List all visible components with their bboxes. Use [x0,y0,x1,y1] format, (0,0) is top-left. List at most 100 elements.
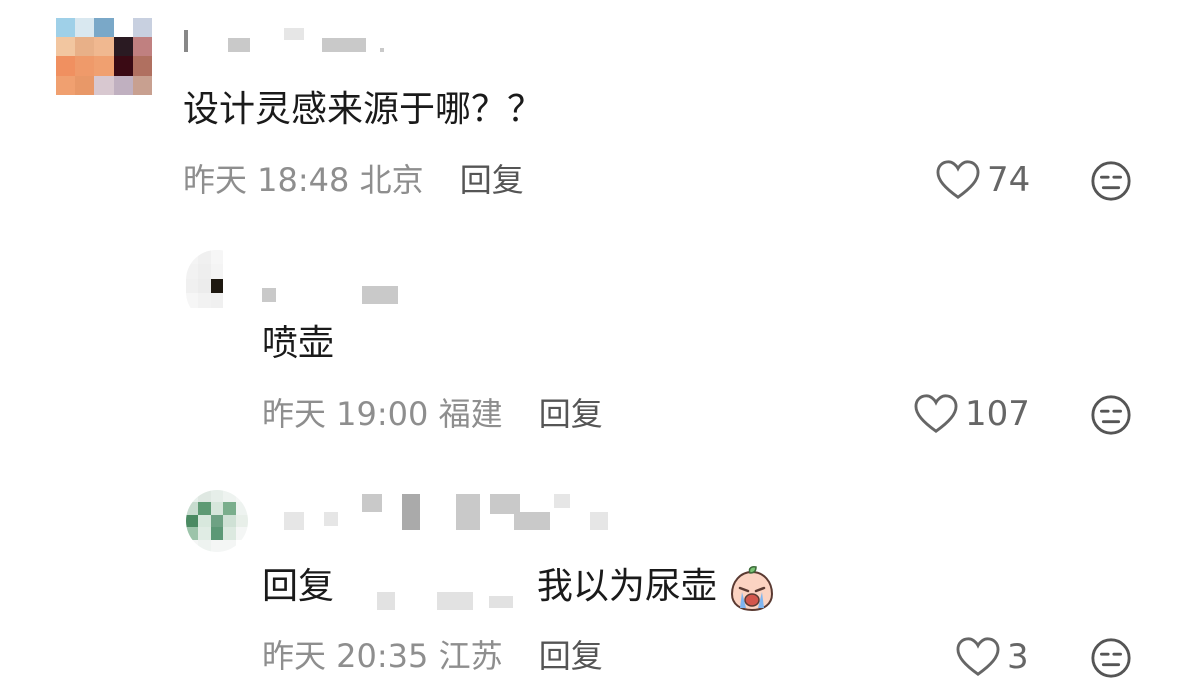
comment-text-row: 回复 我以为尿壶 [262,564,776,612]
avatar-pixel [223,307,236,322]
avatar-pixel [75,56,95,76]
avatar-pixel [235,539,248,552]
avatar-pixel [210,264,224,279]
avatar-pixel [186,502,199,515]
avatar-pixel [132,18,152,38]
avatar-pixel [186,539,199,552]
comment-text: 我以为尿壶 [536,566,717,607]
avatar-pixel [198,490,211,503]
avatar-pixel [223,514,236,528]
avatar-pixel [210,502,224,515]
avatar-pixel [186,514,199,528]
reply-target-masked[interactable] [345,568,525,610]
heart-icon [914,394,958,433]
avatar-pixel [75,18,95,38]
dislike-face-icon[interactable] [1090,637,1132,679]
avatar[interactable] [186,250,248,322]
avatar-pixel [210,539,224,552]
comment-time: 昨天 19:00 [262,395,429,433]
heart-icon [936,160,980,199]
comment-time: 昨天 18:48 [183,161,350,199]
avatar-pixel [210,278,224,294]
comment-text: 设计灵感来源于哪？？ [183,89,544,130]
avatar-pixel [113,75,133,95]
reply-button[interactable]: 回复 [539,395,603,433]
like-count: 107 [965,394,1030,434]
avatar-pixel [210,527,224,540]
avatar-pixel [186,527,199,540]
avatar-pixel [223,278,236,294]
comment-location: 福建 [438,395,503,433]
avatar-pixel [56,56,76,76]
avatar-pixel [186,264,199,279]
avatar-pixel [198,527,211,540]
avatar-pixel [56,37,76,57]
avatar-pixel [56,75,76,95]
dislike-face-icon[interactable] [1090,394,1132,436]
avatar-pixel [223,527,236,540]
like-button[interactable]: 3 [955,636,1029,678]
avatar-pixel [186,293,199,308]
reply-button[interactable]: 回复 [460,161,524,199]
like-count: 74 [987,160,1031,200]
avatar-pixel [235,293,248,308]
avatar-pixel [223,490,236,503]
avatar-pixel [198,514,211,528]
username-masked[interactable] [284,494,614,530]
avatar-pixel [56,18,76,38]
avatar-pixel [210,307,224,322]
avatar-pixel [198,307,211,322]
avatar-pixel [186,307,199,322]
comment-meta: 昨天 19:00 福建 回复 [262,394,603,434]
avatar-pixel [198,278,211,294]
avatar-pixel [94,75,114,95]
avatar-pixel [210,293,224,308]
reply-button[interactable]: 回复 [539,637,603,675]
avatar-pixel [223,250,236,265]
avatar-pixel [223,539,236,552]
avatar-pixel [113,94,133,114]
avatar-pixel [198,502,211,515]
avatar-pixel [132,94,152,114]
avatar[interactable] [56,18,152,114]
comment-location: 江苏 [438,637,503,675]
avatar-pixel [94,37,114,57]
avatar-pixel [75,94,95,114]
avatar-pixel [75,37,95,57]
avatar-pixel [132,37,152,57]
crying-peach-emoji-icon [731,566,774,612]
avatar-pixel [235,307,248,322]
comment-time: 昨天 20:35 [262,637,429,675]
avatar-pixel [198,264,211,279]
avatar-pixel [223,502,236,515]
avatar-pixel [113,56,133,76]
avatar-pixel [235,514,248,528]
avatar[interactable] [186,490,248,552]
username-masked[interactable] [262,286,412,310]
avatar-pixel [235,264,248,279]
heart-icon [956,637,1000,676]
avatar-pixel [94,18,114,38]
avatar-pixel [210,250,224,265]
avatar-pixel [198,250,211,265]
comment-meta: 昨天 20:35 江苏 回复 [262,636,603,676]
avatar-pixel [198,293,211,308]
dislike-face-icon[interactable] [1090,160,1132,202]
avatar-pixel [223,293,236,308]
reply-prefix: 回复 [262,566,335,607]
avatar-pixel [235,278,248,294]
avatar-pixel [132,56,152,76]
avatar-pixel [186,250,199,265]
like-button[interactable]: 107 [913,393,1030,435]
avatar-pixel [235,527,248,540]
comment-location: 北京 [359,161,424,199]
username-masked[interactable] [184,28,404,52]
avatar-pixel [94,56,114,76]
avatar-pixel [113,37,133,57]
avatar-pixel [198,539,211,552]
avatar-pixel [56,94,76,114]
avatar-pixel [223,264,236,279]
avatar-pixel [210,490,224,503]
avatar-pixel [186,278,199,294]
like-button[interactable]: 74 [935,159,1030,201]
